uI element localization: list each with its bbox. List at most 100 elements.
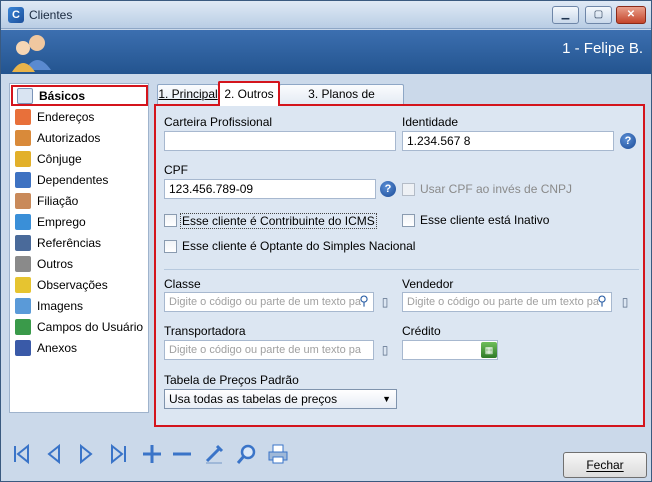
print-icon <box>268 444 288 464</box>
header-band: 1 - Felipe B. <box>1 30 651 74</box>
sidebar-item-label: Emprego <box>37 214 86 229</box>
remove-icon <box>173 452 191 456</box>
simples-checkbox[interactable] <box>164 240 177 253</box>
sidebar-item[interactable]: Cônjuge <box>11 148 148 169</box>
sidebar-item-label: Cônjuge <box>37 151 82 166</box>
help-icon[interactable]: ? <box>620 133 636 149</box>
sidebar-item-label: Filiação <box>37 193 79 208</box>
identidade-field[interactable]: 1.234.567 8 <box>402 131 614 151</box>
next-record-icon <box>80 443 93 465</box>
tabela-precos-value: Usa todas as tabelas de preços <box>169 392 338 406</box>
transportadora-field[interactable]: Digite o código ou parte de um texto pa <box>164 340 374 360</box>
sidebar-item[interactable]: Básicos <box>11 85 148 106</box>
sidebar-item[interactable]: Outros <box>11 253 148 274</box>
close-window-button[interactable]: ✕ <box>616 6 646 24</box>
carteira-label: Carteira Profissional <box>164 115 273 129</box>
tab-principal[interactable]: 1. Principal <box>157 84 219 105</box>
sidebar-item[interactable]: Endereços <box>11 106 148 127</box>
sidebar-item-label: Endereços <box>37 109 95 124</box>
classe-label: Classe <box>164 277 201 291</box>
cpf-field[interactable]: 123.456.789-09 <box>164 179 376 199</box>
search-icon <box>236 444 256 464</box>
edit-button[interactable] <box>201 442 227 468</box>
image-icon <box>15 297 31 314</box>
usar-cpf-checkbox[interactable] <box>402 183 415 196</box>
tab-content-panel: Carteira Profissional Identidade 1.234.5… <box>154 104 645 427</box>
first-record-button[interactable] <box>9 442 35 468</box>
tabela-precos-label: Tabela de Preços Padrão <box>164 373 299 387</box>
search-icon[interactable]: ⚲ <box>355 293 373 311</box>
tab-planos-de-pagamento[interactable]: 3. Planos de Pagamento <box>279 84 404 120</box>
sidebar: Básicos Endereços Autorizados Cônjuge Depend… <box>9 83 149 413</box>
add-icon <box>143 445 161 463</box>
user-fields-icon <box>15 318 31 335</box>
sidebar-item[interactable]: Campos do Usuário <box>11 316 148 337</box>
close-icon: ✕ <box>626 9 636 20</box>
person-icon <box>15 192 31 209</box>
people-icon <box>12 35 51 72</box>
search-button[interactable] <box>233 442 259 468</box>
sidebar-item[interactable]: Imagens <box>11 295 148 316</box>
last-record-button[interactable] <box>105 442 131 468</box>
title-bar: C Clientes ▁ ▢ ✕ <box>1 1 651 29</box>
vendedor-field[interactable]: Digite o código ou parte de um texto pa <box>402 292 612 312</box>
window-title: Clientes <box>29 8 73 22</box>
sidebar-item-label: Básicos <box>39 88 86 103</box>
client-label: 1 - Felipe B. <box>562 40 643 57</box>
cube-icon <box>15 213 31 230</box>
document-icon[interactable]: ▯ <box>378 294 392 310</box>
cpf-label: CPF <box>164 163 188 177</box>
tab-outros[interactable]: 2. Outros <box>218 81 280 106</box>
contribuinte-checkbox[interactable] <box>164 214 177 227</box>
next-record-button[interactable] <box>73 442 99 468</box>
inativo-label: Esse cliente está Inativo <box>420 213 550 227</box>
document-icon <box>17 87 33 104</box>
sidebar-item[interactable]: Observações <box>11 274 148 295</box>
identidade-label: Identidade <box>402 115 459 129</box>
minimize-icon: ▁ <box>561 9 570 20</box>
sidebar-item[interactable]: Dependentes <box>11 169 148 190</box>
search-icon[interactable]: ⚲ <box>593 293 611 311</box>
previous-record-button[interactable] <box>41 442 67 468</box>
minimize-button[interactable]: ▁ <box>552 6 579 24</box>
separator <box>164 269 639 270</box>
last-record-icon <box>111 443 126 465</box>
tab-label: 1. Principal <box>158 87 218 101</box>
carteira-field[interactable] <box>164 131 396 151</box>
fechar-button[interactable]: Fechar <box>563 452 647 478</box>
sidebar-item-label: Autorizados <box>37 130 101 145</box>
chevron-down-icon: ▼ <box>382 394 391 404</box>
folder-icon <box>15 255 31 272</box>
sidebar-item-label: Referências <box>37 235 102 250</box>
previous-record-icon <box>47 443 60 465</box>
help-icon[interactable]: ? <box>380 181 396 197</box>
sidebar-item[interactable]: Filiação <box>11 190 148 211</box>
sidebar-item-label: Dependentes <box>37 172 109 187</box>
clientes-window: C Clientes ▁ ▢ ✕ 1 - Felipe B. Básicos En… <box>0 0 652 482</box>
print-button[interactable] <box>265 442 291 468</box>
sidebar-item[interactable]: Anexos <box>11 337 148 358</box>
add-button[interactable] <box>139 442 165 468</box>
classe-field[interactable]: Digite o código ou parte de um texto pa <box>164 292 374 312</box>
sidebar-item-label: Campos do Usuário <box>37 319 144 334</box>
tabela-precos-select[interactable]: Usa todas as tabelas de preços ▼ <box>164 389 397 409</box>
sidebar-item[interactable]: Autorizados <box>11 127 148 148</box>
sidebar-item[interactable]: Emprego <box>11 211 148 232</box>
usar-cpf-label: Usar CPF ao invés de CNPJ <box>420 182 573 196</box>
remove-button[interactable] <box>169 442 195 468</box>
inativo-checkbox[interactable] <box>402 214 415 227</box>
sidebar-item[interactable]: Referências <box>11 232 148 253</box>
user-group-icon <box>15 129 31 146</box>
maximize-button[interactable]: ▢ <box>585 6 612 24</box>
document-icon[interactable]: ▯ <box>378 342 392 358</box>
rings-icon <box>15 150 31 167</box>
calculator-icon[interactable]: ▦ <box>481 342 497 358</box>
fechar-label: Fechar <box>586 458 624 472</box>
house-icon <box>15 108 31 125</box>
credito-label: Crédito <box>402 324 441 338</box>
transportadora-label: Transportadora <box>164 324 246 338</box>
paperclip-icon <box>15 339 31 356</box>
document-icon[interactable]: ▯ <box>618 294 632 310</box>
sidebar-item-label: Observações <box>37 277 108 292</box>
simples-label: Esse cliente é Optante do Simples Nacion… <box>182 239 416 253</box>
